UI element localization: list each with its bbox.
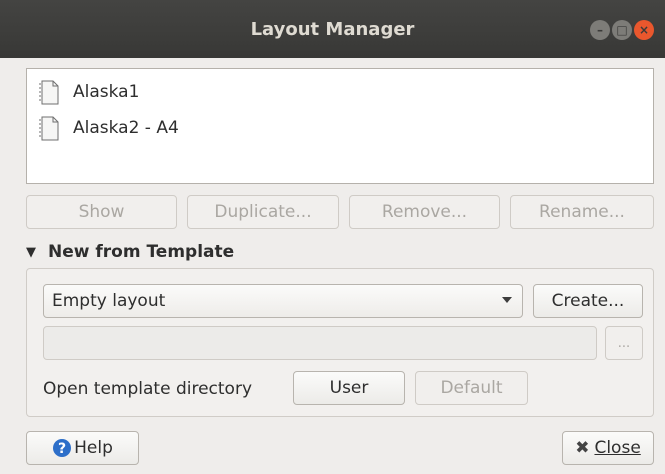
duplicate-button[interactable]: Duplicate... xyxy=(187,195,339,229)
maximize-button[interactable]: □ xyxy=(612,20,632,40)
close-icon: × xyxy=(638,23,650,37)
window-title: Layout Manager xyxy=(250,18,415,40)
default-label: Default xyxy=(440,378,503,398)
template-section-toggle[interactable]: ▼ New from Template xyxy=(26,238,234,266)
template-select-value: Empty layout xyxy=(52,291,166,311)
remove-label: Remove... xyxy=(381,202,468,222)
chevron-down-icon xyxy=(502,297,512,303)
duplicate-label: Duplicate... xyxy=(214,202,312,222)
title-bar: Layout Manager xyxy=(0,0,665,58)
help-label: Help xyxy=(74,438,113,458)
close-x-icon: ✖ xyxy=(575,438,590,458)
minimize-button[interactable]: – xyxy=(590,20,610,40)
template-directory-label: Open template directory xyxy=(43,374,252,404)
maximize-icon: □ xyxy=(616,23,628,37)
layout-document-icon xyxy=(39,116,59,141)
browse-button[interactable]: ... xyxy=(605,326,643,360)
close-button[interactable]: ✖ Close xyxy=(562,431,654,465)
svg-text:?: ? xyxy=(58,441,66,457)
list-item[interactable]: Alaska1 xyxy=(37,77,139,107)
triangle-down-icon: ▼ xyxy=(26,244,36,260)
layout-name: Alaska2 - A4 xyxy=(73,118,179,138)
help-icon: ? xyxy=(53,439,72,457)
layout-list[interactable]: Alaska1 Alaska2 - A4 xyxy=(26,68,654,184)
template-section-title: New from Template xyxy=(48,242,235,262)
template-path-field[interactable] xyxy=(43,326,597,360)
close-window-button[interactable]: × xyxy=(634,20,654,40)
close-label: Close xyxy=(594,438,641,458)
remove-button[interactable]: Remove... xyxy=(349,195,500,229)
user-directory-button[interactable]: User xyxy=(293,371,405,405)
show-button[interactable]: Show xyxy=(26,195,177,229)
create-button[interactable]: Create... xyxy=(533,284,643,318)
layout-name: Alaska1 xyxy=(73,82,140,102)
rename-button[interactable]: Rename... xyxy=(510,195,654,229)
template-select[interactable]: Empty layout xyxy=(43,284,523,318)
show-label: Show xyxy=(78,202,125,222)
user-label: User xyxy=(329,378,369,398)
browse-label: ... xyxy=(617,335,631,351)
layout-document-icon xyxy=(39,80,59,105)
list-item[interactable]: Alaska2 - A4 xyxy=(37,113,179,143)
default-directory-button[interactable]: Default xyxy=(415,371,528,405)
template-directory-text: Open template directory xyxy=(43,379,253,399)
create-label: Create... xyxy=(551,291,625,311)
help-button[interactable]: ? Help xyxy=(26,431,139,465)
minimize-icon: – xyxy=(597,23,603,37)
rename-label: Rename... xyxy=(539,202,625,222)
